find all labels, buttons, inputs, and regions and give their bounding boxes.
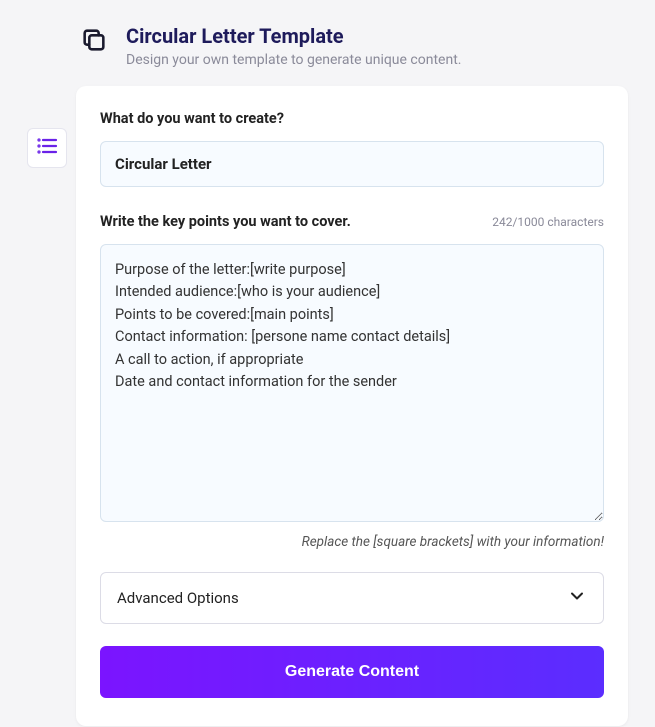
keypoints-textarea[interactable]: [100, 244, 604, 522]
create-input[interactable]: [100, 141, 604, 187]
advanced-options-toggle[interactable]: Advanced Options: [100, 572, 604, 624]
page-title: Circular Letter Template: [126, 24, 461, 48]
list-icon: [35, 134, 59, 162]
chevron-down-icon: [567, 586, 587, 610]
advanced-options-label: Advanced Options: [117, 589, 239, 607]
keypoints-label: Write the key points you want to cover.: [100, 213, 351, 230]
page-header: Circular Letter Template Design your own…: [0, 0, 655, 86]
create-label: What do you want to create?: [100, 110, 604, 127]
form-card: What do you want to create? Write the ke…: [76, 86, 628, 726]
generate-content-button[interactable]: Generate Content: [100, 646, 604, 698]
page-subtitle: Design your own template to generate uni…: [126, 52, 461, 68]
hint-text: Replace the [square brackets] with your …: [100, 534, 604, 550]
copy-icon: [80, 24, 108, 58]
menu-toggle-button[interactable]: [27, 128, 67, 168]
char-counter: 242/1000 characters: [492, 215, 604, 229]
